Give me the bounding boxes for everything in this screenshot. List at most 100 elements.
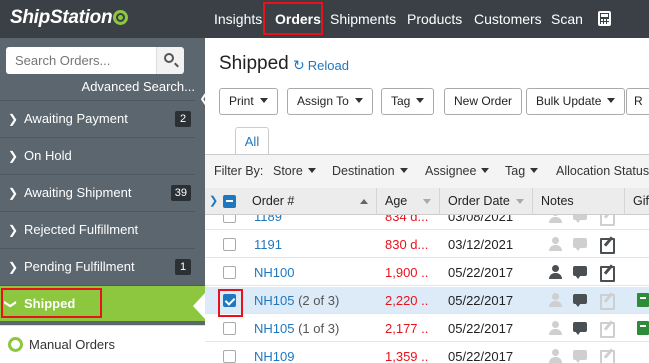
nav-scan[interactable]: Scan: [551, 0, 583, 38]
main-content: Shipped ↻ Reload Print Assign To Tag New …: [205, 38, 649, 363]
assign-to-button[interactable]: Assign To: [287, 88, 373, 115]
customer-note-icon[interactable]: [548, 292, 564, 308]
edit-note-icon[interactable]: [599, 236, 615, 254]
order-number-link[interactable]: NH109: [254, 349, 294, 363]
column-order-date[interactable]: Order Date: [440, 188, 533, 215]
column-order-number[interactable]: Order #: [244, 188, 377, 215]
order-number-link[interactable]: NH105 (2 of 3): [254, 293, 339, 308]
chevron-right-icon: ❯: [8, 186, 19, 200]
sidebar-item-manual-orders[interactable]: Manual Orders: [0, 325, 205, 363]
order-number: 1191: [254, 237, 282, 252]
internal-note-icon[interactable]: [572, 264, 588, 280]
order-date: 05/22/2017: [448, 293, 514, 308]
internal-note-icon[interactable]: [572, 292, 588, 308]
refresh-icon: ↻: [293, 57, 305, 73]
internal-note-icon[interactable]: [572, 320, 588, 336]
sidebar-item-on-hold[interactable]: ❯ On Hold: [0, 137, 195, 173]
table-row-selected[interactable]: NH105 (2 of 3) 2,220 ... 05/22/2017: [205, 287, 649, 314]
caret-down-icon: [607, 98, 616, 103]
row-checkbox[interactable]: [223, 238, 236, 251]
active-pointer: [193, 293, 205, 319]
page-title: Shipped: [219, 53, 289, 74]
row-checkbox[interactable]: [223, 322, 236, 335]
filter-assignee[interactable]: Assignee: [425, 164, 490, 178]
print-button[interactable]: Print: [219, 88, 278, 115]
new-order-button[interactable]: New Order: [444, 88, 523, 115]
customer-note-icon[interactable]: [548, 236, 564, 252]
order-age: 830 d...: [385, 237, 429, 252]
expand-all-icon[interactable]: ❯: [209, 194, 218, 207]
order-date: 05/22/2017: [448, 265, 514, 280]
filter-by-label: Filter By:: [214, 164, 264, 178]
customer-note-icon[interactable]: [548, 320, 564, 336]
column-notes[interactable]: Notes: [533, 188, 625, 215]
caret-down-icon: [307, 168, 316, 173]
order-number: NH100: [254, 265, 295, 280]
column-age[interactable]: Age: [377, 188, 440, 215]
filter-store[interactable]: Store: [273, 164, 316, 178]
chevron-right-icon: ❯: [8, 112, 19, 126]
customer-note-icon[interactable]: [548, 348, 564, 363]
column-label: Order Date: [448, 194, 510, 208]
column-label: Age: [385, 194, 408, 208]
shipstation-logo[interactable]: ShipStation: [10, 7, 129, 29]
advanced-search-link[interactable]: Advanced Search...: [82, 79, 195, 94]
calculator-icon[interactable]: [598, 11, 611, 26]
reload-button[interactable]: ↻ Reload: [293, 57, 349, 74]
column-gift[interactable]: Gif: [625, 188, 649, 215]
checkbox-highlight-box: [218, 289, 243, 317]
order-number-link[interactable]: 1191: [254, 237, 282, 252]
search-button[interactable]: [156, 47, 184, 74]
filter-tag-label: Tag: [505, 164, 526, 178]
overflow-toolbar-button[interactable]: R: [626, 88, 649, 115]
sort-asc-icon: [360, 199, 368, 204]
select-all-checkbox[interactable]: [223, 195, 236, 208]
caret-down-icon: [399, 168, 408, 173]
bulk-update-button[interactable]: Bulk Update: [526, 88, 626, 115]
filter-destination-label: Destination: [332, 164, 395, 178]
nav-shipments[interactable]: Shipments: [330, 0, 396, 38]
row-checkbox[interactable]: [223, 266, 236, 279]
edit-note-icon[interactable]: [599, 320, 615, 338]
sidebar-item-pending-fulfillment[interactable]: ❯ Pending Fulfillment 1: [0, 248, 195, 284]
nav-insights[interactable]: Insights: [214, 0, 262, 38]
edit-note-icon[interactable]: [599, 264, 615, 282]
filter-assignee-label: Assignee: [425, 164, 477, 178]
tag-button[interactable]: Tag: [381, 88, 435, 115]
order-age: 2,177 ...: [385, 321, 429, 336]
table-row[interactable]: NH105 (1 of 3) 2,177 ... 05/22/2017: [205, 315, 649, 342]
sidebar-item-awaiting-shipment[interactable]: ❯ Awaiting Shipment 39: [0, 174, 195, 210]
order-number-link[interactable]: NH100: [254, 265, 294, 280]
table-row[interactable]: 1191 830 d... 03/12/2021: [205, 231, 649, 258]
filter-tag[interactable]: Tag: [505, 164, 539, 178]
order-age: 1,359 ...: [385, 349, 429, 363]
table-row[interactable]: NH109 1,359 ... 05/22/2017: [205, 343, 649, 363]
edit-note-icon[interactable]: [599, 292, 615, 310]
internal-note-icon[interactable]: [572, 236, 588, 252]
gift-icon: [637, 293, 649, 307]
caret-down-icon: [354, 98, 363, 103]
filter-destination[interactable]: Destination: [332, 164, 408, 178]
table-row[interactable]: NH100 1,900 ... 05/22/2017: [205, 259, 649, 286]
row-checkbox[interactable]: [223, 350, 236, 363]
tab-all[interactable]: All: [235, 127, 269, 155]
order-date: 03/12/2021: [448, 237, 514, 252]
search-input[interactable]: [6, 47, 156, 74]
sidebar-item-label: Awaiting Shipment: [24, 185, 132, 200]
internal-note-icon[interactable]: [572, 348, 588, 363]
caret-down-icon: [416, 98, 425, 103]
nav-products[interactable]: Products: [407, 0, 462, 38]
gift-icon: [637, 321, 649, 335]
sidebar-item-rejected-fulfillment[interactable]: ❯ Rejected Fulfillment: [0, 211, 195, 247]
customer-note-icon[interactable]: [548, 264, 564, 280]
count-badge: 39: [170, 185, 191, 201]
sidebar-item-label: Manual Orders: [29, 337, 115, 352]
sidebar-item-awaiting-payment[interactable]: ❯ Awaiting Payment 2: [0, 100, 195, 136]
assign-to-label: Assign To: [297, 94, 349, 108]
order-number-link[interactable]: NH105 (1 of 3): [254, 321, 339, 336]
chevron-right-icon: ❯: [8, 149, 19, 163]
orders-highlight-box: [263, 2, 323, 35]
filter-allocation-status[interactable]: Allocation Status: [556, 164, 649, 178]
edit-note-icon[interactable]: [599, 348, 615, 363]
nav-customers[interactable]: Customers: [474, 0, 542, 38]
